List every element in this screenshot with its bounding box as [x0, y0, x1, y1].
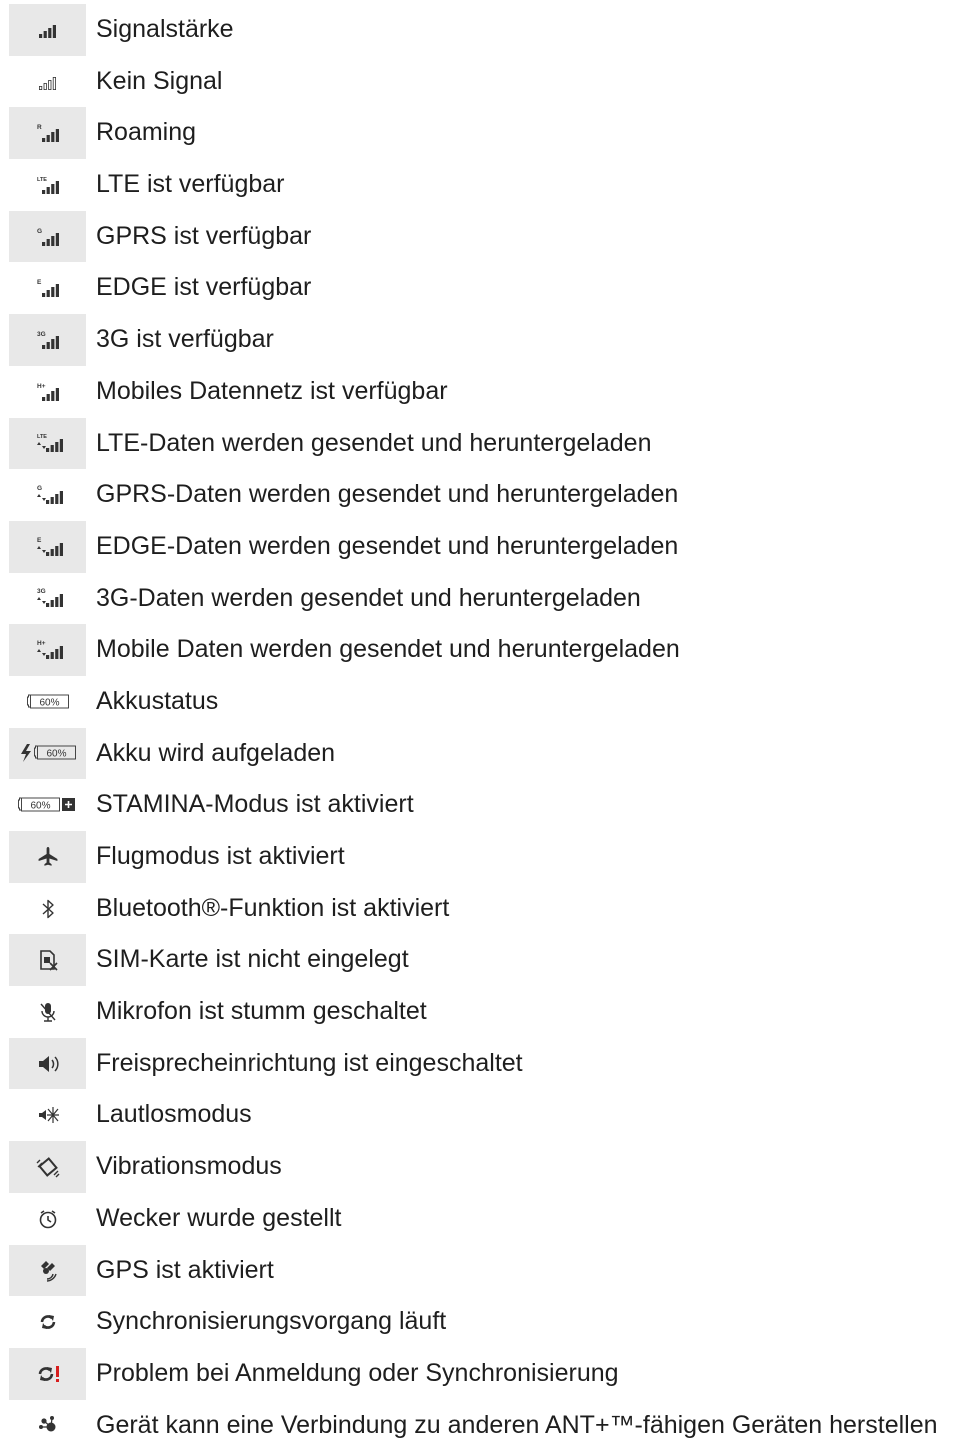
list-item: G GPRS ist verfügbar [9, 210, 963, 263]
edge-data-transfer-icon: E [9, 520, 86, 573]
list-item-label: SIM-Karte ist nicht eingelegt [96, 945, 409, 974]
list-item: 3G 3G-Daten werden gesendet und herunterg… [9, 573, 963, 625]
no-signal-icon [9, 56, 86, 108]
list-item-label: Roaming [96, 118, 197, 147]
sync-problem-icon [9, 1347, 86, 1400]
svg-text:H+: H+ [37, 383, 46, 390]
list-item-label: Akkustatus [96, 686, 219, 715]
list-item-label: LTE ist verfügbar [96, 170, 285, 199]
list-item: 60% STAMINA-Modus ist aktiviert [9, 779, 963, 831]
list-item: 60% Akkustatus [9, 676, 963, 728]
list-item-label: Signalstärke [96, 15, 234, 43]
list-item-label: Flugmodus ist aktiviert [96, 842, 345, 870]
list-item-label: Bluetooth®-Funktion ist aktiviert [96, 893, 450, 922]
list-item-label: GPS ist aktiviert [96, 1255, 274, 1284]
gprs-available-icon: G [9, 210, 86, 263]
alarm-clock-icon [9, 1193, 86, 1245]
list-item: Lautlosmodus [9, 1089, 963, 1141]
list-item-label: EDGE-Daten werden gesendet und herunterg… [96, 531, 679, 560]
list-item: E EDGE-Daten werden gesendet und herunter… [9, 520, 963, 573]
svg-text:H+: H+ [37, 640, 46, 647]
list-item: Vibrationsmodus [9, 1141, 963, 1193]
gps-icon [9, 1244, 86, 1297]
list-item: H+ Mobiles Datennetz ist verfügbar [9, 366, 963, 418]
list-item-label: Vibrationsmodus [96, 1152, 282, 1181]
airplane-mode-icon [9, 831, 86, 883]
list-item-label: Gerät kann eine Verbindung zu anderen AN… [96, 1410, 938, 1439]
sync-icon [9, 1296, 86, 1348]
svg-text:60%: 60% [46, 749, 66, 760]
list-item-label: 3G-Daten werden gesendet und heruntergel… [96, 583, 641, 612]
list-item: GPS ist aktiviert [9, 1244, 963, 1297]
ant-plus-icon [9, 1400, 86, 1451]
list-item-label: STAMINA-Modus ist aktiviert [96, 790, 414, 819]
svg-text:E: E [37, 279, 42, 286]
svg-text:3G: 3G [37, 588, 46, 595]
list-item-label: GPRS ist verfügbar [96, 221, 312, 250]
svg-text:LTE: LTE [37, 434, 47, 440]
svg-text:3G: 3G [37, 331, 46, 338]
status-icon-list: Signalstärke Kein Signal R Roaming LTE LTE is… [9, 4, 963, 1451]
svg-text:60%: 60% [39, 697, 59, 708]
list-item-label: Wecker wurde gestellt [96, 1203, 342, 1232]
list-item: 3G 3G ist verfügbar [9, 314, 963, 366]
list-item-label: Freisprecheinrichtung ist eingeschaltet [96, 1048, 523, 1077]
list-item: LTE LTE-Daten werden gesendet und herunte… [9, 417, 963, 470]
list-item-label: Mikrofon ist stumm geschaltet [96, 997, 427, 1026]
3g-data-transfer-icon: 3G [9, 573, 86, 625]
list-item-label: Kein Signal [96, 66, 223, 95]
list-item: Synchronisierungsvorgang läuft [9, 1296, 963, 1348]
list-item: SIM-Karte ist nicht eingelegt [9, 934, 963, 987]
svg-text:LTE: LTE [37, 177, 47, 183]
list-item-label: Lautlosmodus [96, 1100, 252, 1129]
bluetooth-icon [9, 883, 86, 935]
list-item: G GPRS-Daten werden gesendet und herunter… [9, 469, 963, 521]
roaming-icon: R [9, 107, 86, 160]
list-item-label: Mobile Daten werden gesendet und herunte… [96, 635, 680, 664]
list-item: Bluetooth®-Funktion ist aktiviert [9, 883, 963, 935]
mobile-data-transfer-icon: H+ [9, 624, 86, 676]
signal-strength-icon [9, 4, 86, 56]
list-item-label: Mobiles Datennetz ist verfügbar [96, 376, 448, 405]
svg-text:G: G [37, 485, 42, 492]
lte-data-transfer-icon: LTE [9, 417, 86, 470]
list-item-label: 3G ist verfügbar [96, 325, 274, 354]
sim-card-missing-icon [9, 934, 86, 987]
svg-text:60%: 60% [30, 801, 50, 812]
3g-available-icon: 3G [9, 314, 86, 366]
list-item-label: GPRS-Daten werden gesendet und herunterg… [96, 480, 679, 509]
list-item-label: EDGE ist verfügbar [96, 273, 312, 302]
svg-text:R: R [37, 124, 42, 131]
mobile-data-available-icon: H+ [9, 366, 86, 418]
list-item: Gerät kann eine Verbindung zu anderen AN… [9, 1400, 963, 1451]
stamina-mode-icon: 60% [9, 779, 86, 831]
list-item: Freisprecheinrichtung ist eingeschaltet [9, 1037, 963, 1090]
battery-status-icon: 60% [9, 676, 86, 728]
list-item: Kein Signal [9, 56, 963, 108]
svg-text:E: E [37, 537, 42, 544]
silent-mode-icon [9, 1089, 86, 1141]
list-item: Flugmodus ist aktiviert [9, 831, 963, 883]
microphone-muted-icon [9, 986, 86, 1038]
list-item: LTE LTE ist verfügbar [9, 159, 963, 211]
list-item-label: Synchronisierungsvorgang läuft [96, 1307, 447, 1336]
list-item: Signalstärke [9, 4, 963, 56]
svg-text:G: G [37, 228, 42, 235]
vibrate-mode-icon [9, 1141, 86, 1193]
list-item: Wecker wurde gestellt [9, 1193, 963, 1245]
list-item-label: Akku wird aufgeladen [96, 738, 336, 767]
list-item: E EDGE ist verfügbar [9, 262, 963, 314]
list-item: 60% Akku wird aufgeladen [9, 727, 963, 780]
list-item: H+ Mobile Daten werden gesendet und herun… [9, 624, 963, 676]
edge-available-icon: E [9, 262, 86, 314]
list-item: Mikrofon ist stumm geschaltet [9, 986, 963, 1038]
lte-available-icon: LTE [9, 159, 86, 211]
list-item: Problem bei Anmeldung oder Synchronisier… [9, 1347, 963, 1400]
speakerphone-icon [9, 1037, 86, 1090]
battery-charging-icon: 60% [9, 727, 86, 780]
list-item: R Roaming [9, 107, 963, 160]
gprs-data-transfer-icon: G [9, 469, 86, 521]
list-item-label: Problem bei Anmeldung oder Synchronisier… [96, 1358, 619, 1387]
list-item-label: LTE-Daten werden gesendet und herunterge… [96, 428, 652, 457]
